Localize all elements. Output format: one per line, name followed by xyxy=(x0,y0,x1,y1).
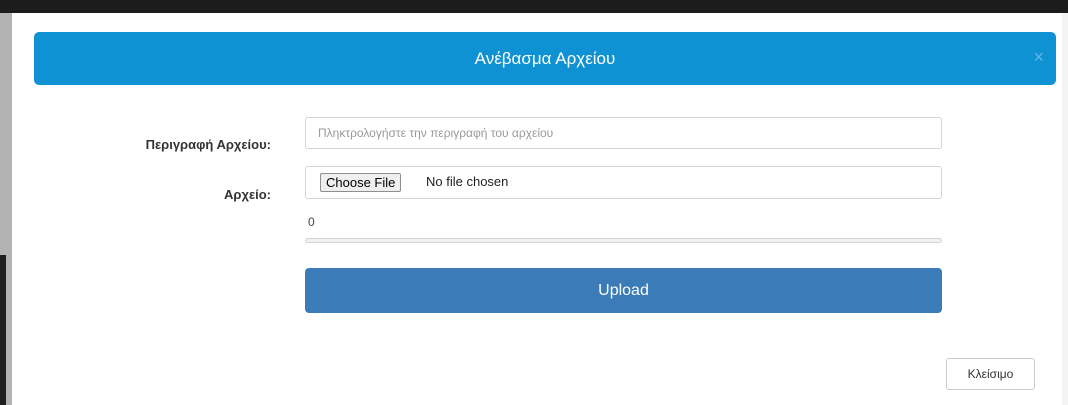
upload-modal: Ανέβασμα Αρχείου × Περιγραφή Αρχείου: Αρ… xyxy=(12,13,1068,405)
file-status: No file chosen xyxy=(426,174,509,189)
modal-header: Ανέβασμα Αρχείου × xyxy=(34,32,1056,85)
backdrop-left-edge-dark xyxy=(0,255,6,405)
file-input[interactable]: Choose File No file chosen xyxy=(305,166,942,199)
window-top-bar xyxy=(0,0,1068,13)
description-input[interactable] xyxy=(305,117,942,149)
choose-file-button[interactable]: Choose File xyxy=(320,173,402,192)
upload-button[interactable]: Upload xyxy=(305,268,942,313)
file-label: Αρχείο: xyxy=(224,187,271,202)
modal-title: Ανέβασμα Αρχείου xyxy=(474,49,616,68)
close-icon[interactable]: × xyxy=(1033,32,1044,85)
progress-value: 0 xyxy=(308,215,315,229)
close-button[interactable]: Κλείσιμο xyxy=(946,358,1035,390)
progress-bar xyxy=(305,238,942,243)
right-edge-shade xyxy=(1062,13,1068,405)
description-label: Περιγραφή Αρχείου: xyxy=(145,137,271,152)
